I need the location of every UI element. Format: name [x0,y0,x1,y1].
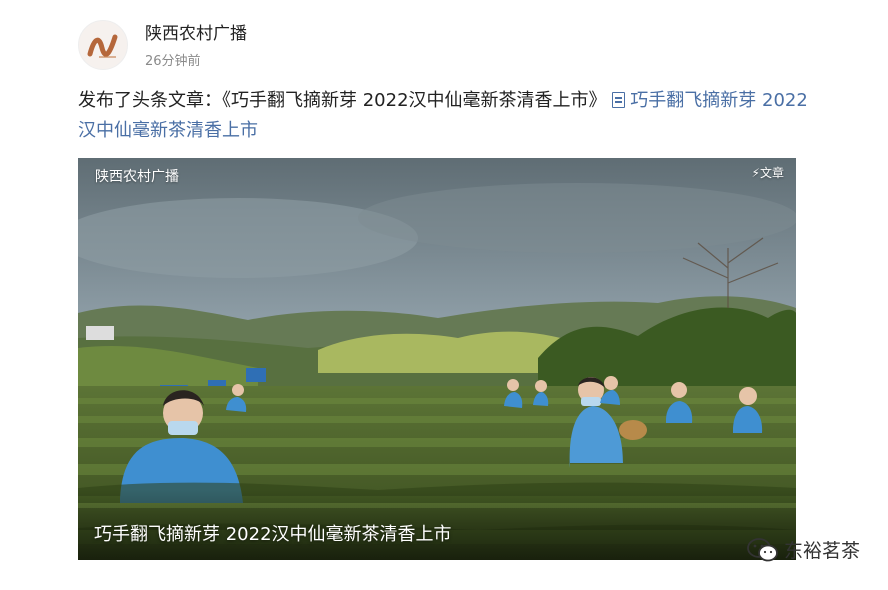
lightning-icon: ⚡ [751,166,760,180]
card-caption[interactable]: 巧手翻飞摘新芽 2022汉中仙毫新茶清香上市 [94,520,452,546]
author-name[interactable]: 陕西农村广播 [145,22,247,46]
watermark-text: 东裕茗茶 [783,540,860,562]
post-time: 26分钟前 [145,53,201,69]
post-header: 陕西农村广播 26分钟前 [78,20,247,70]
article-badge: ⚡文章 [752,164,784,181]
post-body: 发布了头条文章：《巧手翻飞摘新芽 2022汉中仙毫新茶清香上市》 巧手翻飞摘新芽… [78,86,808,146]
article-card[interactable]: 陕西农村广播 ⚡文章 巧手翻飞摘新芽 2022汉中仙毫新茶清香上市 [78,158,796,560]
watermark: 东裕茗茶 [746,536,860,563]
logo-icon [87,34,118,58]
avatar[interactable] [78,20,128,70]
card-source-label: 陕西农村广播 [95,169,179,185]
article-badge-label: 文章 [759,166,784,180]
document-icon [612,92,626,108]
post-text-prefix: 发布了头条文章：《巧手翻飞摘新芽 2022汉中仙毫新茶清香上市》 [78,90,607,111]
wechat-icon [747,537,778,561]
